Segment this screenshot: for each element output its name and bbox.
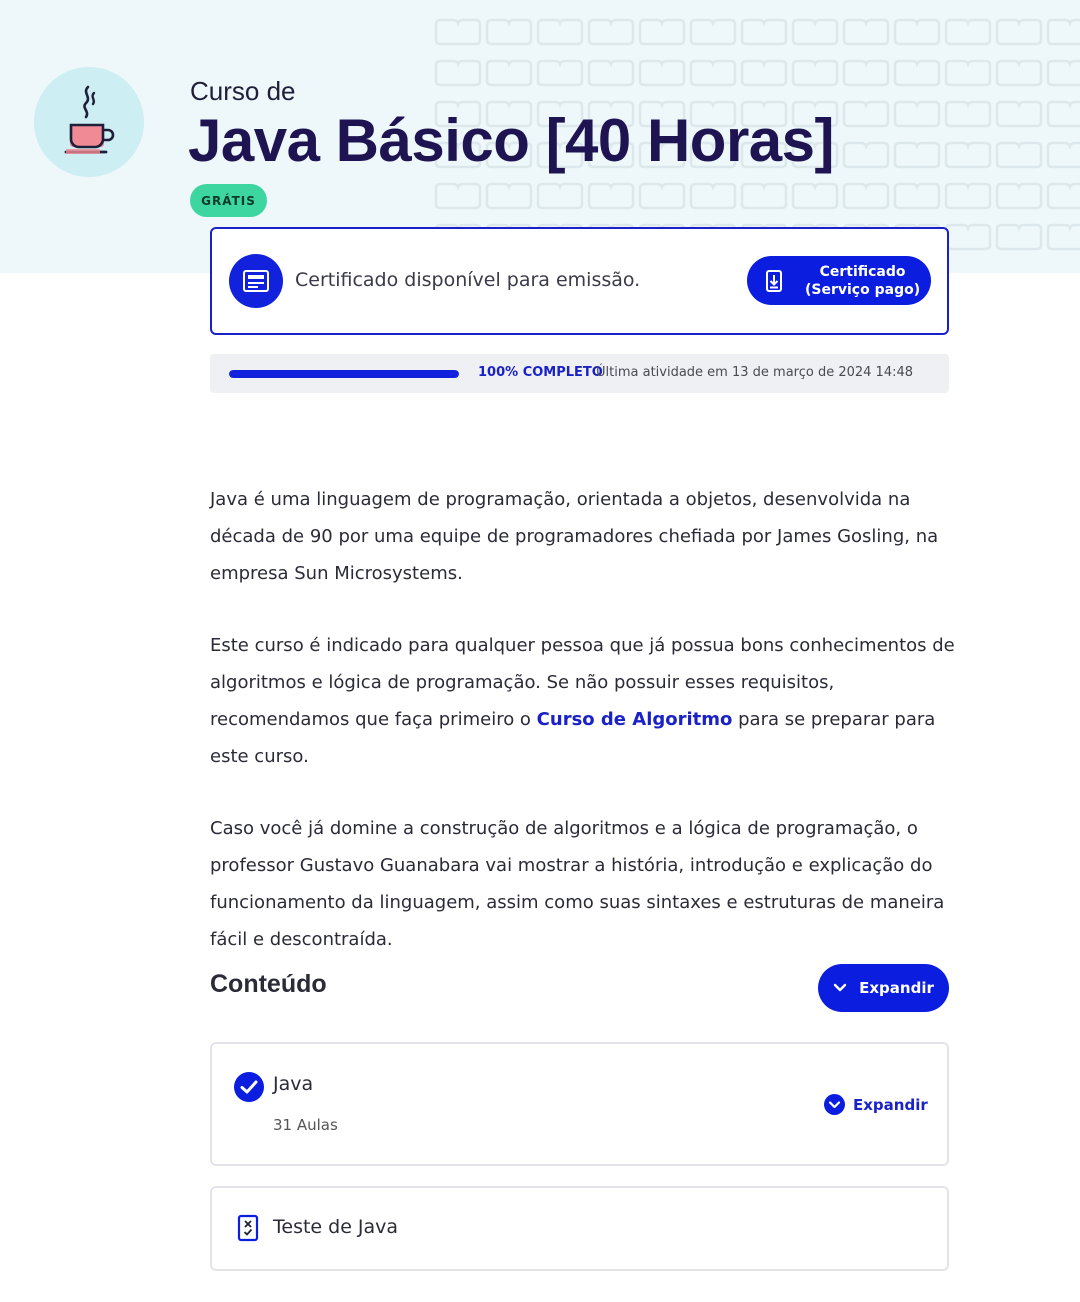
pattern-shape (1046, 100, 1080, 128)
chevron-down-icon (824, 1094, 845, 1115)
pattern-shape (689, 18, 737, 46)
progress-fill (229, 370, 459, 378)
pattern-shape (485, 18, 533, 46)
pattern-shape (1046, 59, 1080, 87)
free-badge: GRÁTIS (190, 184, 267, 217)
pattern-shape (1046, 18, 1080, 46)
pattern-shape (893, 18, 941, 46)
pattern-shape (740, 18, 788, 46)
test-card[interactable]: Teste de Java (210, 1186, 949, 1271)
pattern-shape (740, 182, 788, 210)
progress-track (229, 370, 459, 378)
pattern-shape (893, 59, 941, 87)
pattern-shape (944, 182, 992, 210)
certificate-button-label: Certificado (Serviço pago) (805, 263, 921, 298)
description-paragraph: Este curso é indicado para qualquer pess… (210, 635, 955, 767)
pattern-shape (485, 182, 533, 210)
pattern-shape (893, 182, 941, 210)
pattern-shape (791, 18, 839, 46)
course-subtitle: Curso de (190, 76, 296, 106)
pattern-shape (638, 59, 686, 87)
pattern-shape (1046, 182, 1080, 210)
pattern-shape (434, 182, 482, 210)
course-description: Java é uma linguagem de programação, ori… (210, 481, 955, 993)
expand-all-label: Expandir (859, 979, 934, 997)
progress-percent: 100% COMPLETO (478, 365, 603, 380)
pattern-shape (842, 141, 890, 169)
pattern-shape (791, 182, 839, 210)
certificate-icon (229, 254, 283, 308)
pattern-shape (995, 18, 1043, 46)
module-lesson-count: 31 Aulas (273, 1116, 338, 1134)
document-download-icon (766, 269, 782, 292)
pattern-shape (944, 18, 992, 46)
pattern-shape (842, 59, 890, 87)
pattern-shape (995, 223, 1043, 251)
module-name: Java (273, 1073, 314, 1095)
pattern-shape (740, 59, 788, 87)
pattern-shape (536, 18, 584, 46)
pattern-shape (1046, 223, 1080, 251)
pattern-shape (842, 18, 890, 46)
pattern-shape (995, 59, 1043, 87)
pattern-shape (638, 182, 686, 210)
description-paragraph: Java é uma linguagem de programação, ori… (210, 489, 939, 584)
pattern-shape (434, 18, 482, 46)
pattern-shape (944, 141, 992, 169)
coffee-cup-icon (64, 85, 115, 154)
pattern-shape (842, 182, 890, 210)
pattern-shape (893, 100, 941, 128)
module-card[interactable]: Java 31 Aulas Expandir (210, 1042, 949, 1166)
pattern-shape (587, 59, 635, 87)
content-heading: Conteúdo (210, 970, 327, 998)
expand-all-button[interactable]: Expandir (818, 964, 949, 1012)
test-name: Teste de Java (273, 1216, 399, 1238)
pattern-shape (995, 141, 1043, 169)
pattern-shape (434, 59, 482, 87)
pattern-shape (944, 100, 992, 128)
pattern-shape (1046, 141, 1080, 169)
pattern-shape (587, 18, 635, 46)
page-title: Java Básico [40 Horas] (188, 107, 835, 174)
progress-bar-container: 100% COMPLETO Última atividade em 13 de … (210, 354, 949, 393)
last-activity: Última atividade em 13 de março de 2024 … (596, 365, 914, 380)
check-circle-icon (234, 1072, 264, 1102)
pattern-shape (944, 59, 992, 87)
certificate-card: Certificado disponível para emissão. Cer… (210, 227, 949, 335)
pattern-shape (638, 18, 686, 46)
chevron-down-icon (833, 983, 847, 992)
description-paragraph: Caso você já domine a construção de algo… (210, 818, 945, 950)
pattern-shape (536, 182, 584, 210)
quiz-icon (237, 1214, 259, 1242)
pattern-shape (689, 59, 737, 87)
pattern-shape (536, 59, 584, 87)
module-expand-button[interactable]: Expandir (824, 1094, 928, 1115)
pattern-shape (791, 59, 839, 87)
pattern-shape (842, 100, 890, 128)
course-logo (34, 67, 144, 177)
pattern-shape (689, 182, 737, 210)
pattern-shape (893, 141, 941, 169)
algorithm-course-link[interactable]: Curso de Algoritmo (537, 709, 733, 730)
certificate-message: Certificado disponível para emissão. (295, 269, 641, 291)
certificate-button[interactable]: Certificado (Serviço pago) (747, 256, 931, 305)
pattern-shape (944, 223, 992, 251)
pattern-shape (485, 59, 533, 87)
pattern-shape (995, 100, 1043, 128)
pattern-shape (995, 182, 1043, 210)
pattern-shape (587, 182, 635, 210)
module-expand-label: Expandir (853, 1095, 928, 1114)
